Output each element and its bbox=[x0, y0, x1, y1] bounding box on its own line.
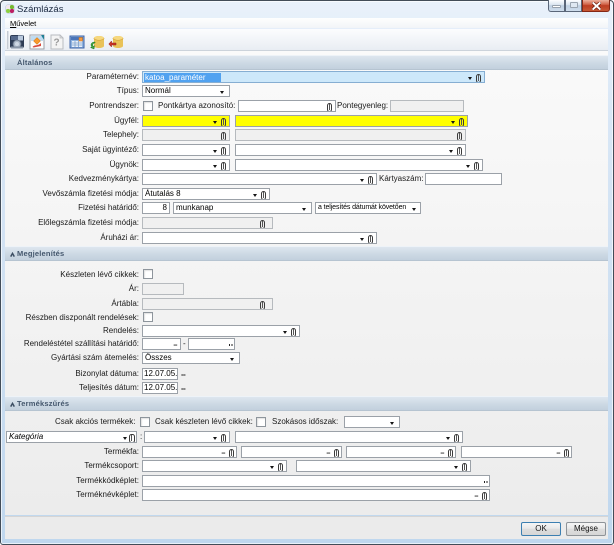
svg-text:?: ? bbox=[53, 38, 59, 49]
